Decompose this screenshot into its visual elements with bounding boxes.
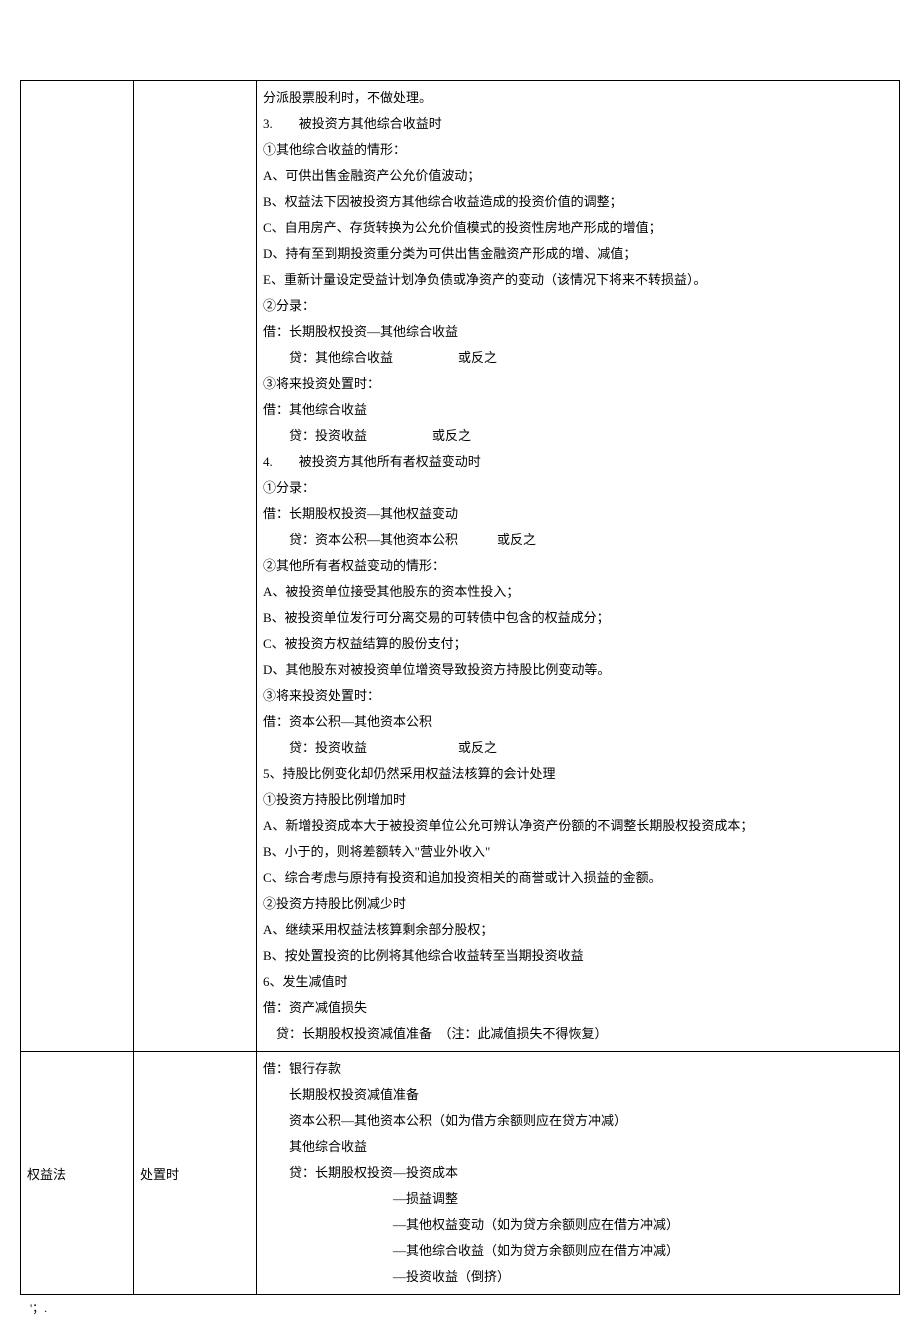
content-line: ①其他综合收益的情形： (263, 137, 893, 163)
content-line: 借：长期股权投资—其他权益变动 (263, 501, 893, 527)
accounting-table: 分派股票股利时，不做处理。3. 被投资方其他综合收益时①其他综合收益的情形：A、… (20, 80, 900, 1295)
content-line: D、持有至到期投资重分类为可供出售金融资产形成的增、减值； (263, 241, 893, 267)
content-cell: 借：银行存款 长期股权投资减值准备 资本公积—其他资本公积（如为借方余额则应在贷… (257, 1052, 900, 1295)
content-line: ③将来投资处置时： (263, 371, 893, 397)
content-line: B、小于的，则将差额转入"营业外收入" (263, 839, 893, 865)
content-line: 贷：长期股权投资减值准备 （注：此减值损失不得恢复） (263, 1021, 893, 1047)
content-line: 借：其他综合收益 (263, 397, 893, 423)
content-line: 贷：投资收益 或反之 (263, 423, 893, 449)
content-line: 贷：投资收益 或反之 (263, 735, 893, 761)
content-line: 借：银行存款 (263, 1056, 893, 1082)
content-line: E、重新计量设定受益计划净负债或净资产的变动（该情况下将来不转损益）。 (263, 267, 893, 293)
table-row: 分派股票股利时，不做处理。3. 被投资方其他综合收益时①其他综合收益的情形：A、… (21, 81, 900, 1052)
content-cell: 分派股票股利时，不做处理。3. 被投资方其他综合收益时①其他综合收益的情形：A、… (257, 81, 900, 1052)
content-line: —投资收益（倒挤） (263, 1264, 893, 1290)
content-line: —其他综合收益（如为贷方余额则应在借方冲减） (263, 1238, 893, 1264)
content-line: 借：长期股权投资—其他综合收益 (263, 319, 893, 345)
content-line: 6、发生减值时 (263, 969, 893, 995)
content-line: 借：资本公积—其他资本公积 (263, 709, 893, 735)
content-line: 资本公积—其他资本公积（如为借方余额则应在贷方冲减） (263, 1108, 893, 1134)
content-line: A、被投资单位接受其他股东的资本性投入； (263, 579, 893, 605)
footnote: '；. (20, 1295, 900, 1320)
content-line: ②投资方持股比例减少时 (263, 891, 893, 917)
content-line: 分派股票股利时，不做处理。 (263, 85, 893, 111)
content-line: ②其他所有者权益变动的情形： (263, 553, 893, 579)
content-line: ②分录： (263, 293, 893, 319)
method-label: 权益法 (27, 1167, 66, 1182)
content-line: 贷：其他综合收益 或反之 (263, 345, 893, 371)
content-line: 贷：资本公积—其他资本公积 或反之 (263, 527, 893, 553)
content-line: ①分录： (263, 475, 893, 501)
content-line: B、按处置投资的比例将其他综合收益转至当期投资收益 (263, 943, 893, 969)
content-line: C、自用房产、存货转换为公允价值模式的投资性房地产形成的增值； (263, 215, 893, 241)
content-line: 长期股权投资减值准备 (263, 1082, 893, 1108)
content-line: C、被投资方权益结算的股份支付； (263, 631, 893, 657)
content-line: 4. 被投资方其他所有者权益变动时 (263, 449, 893, 475)
content-line: 5、持股比例变化却仍然采用权益法核算的会计处理 (263, 761, 893, 787)
content-line: ③将来投资处置时： (263, 683, 893, 709)
content-line: B、权益法下因被投资方其他综合收益造成的投资价值的调整； (263, 189, 893, 215)
content-line: —损益调整 (263, 1186, 893, 1212)
timing-cell (134, 81, 257, 1052)
content-line: 借：资产减值损失 (263, 995, 893, 1021)
content-line: 贷：长期股权投资—投资成本 (263, 1160, 893, 1186)
timing-label: 处置时 (140, 1167, 179, 1182)
content-line: ①投资方持股比例增加时 (263, 787, 893, 813)
content-line: 其他综合收益 (263, 1134, 893, 1160)
content-line: A、新增投资成本大于被投资单位公允可辨认净资产份额的不调整长期股权投资成本； (263, 813, 893, 839)
table-row: 权益法 处置时 借：银行存款 长期股权投资减值准备 资本公积—其他资本公积（如为… (21, 1052, 900, 1295)
timing-cell: 处置时 (134, 1052, 257, 1295)
method-cell (21, 81, 134, 1052)
content-line: A、可供出售金融资产公允价值波动； (263, 163, 893, 189)
method-cell: 权益法 (21, 1052, 134, 1295)
content-line: D、其他股东对被投资单位增资导致投资方持股比例变动等。 (263, 657, 893, 683)
content-line: —其他权益变动（如为贷方余额则应在借方冲减） (263, 1212, 893, 1238)
content-line: A、继续采用权益法核算剩余部分股权； (263, 917, 893, 943)
content-line: B、被投资单位发行可分离交易的可转债中包含的权益成分； (263, 605, 893, 631)
content-line: C、综合考虑与原持有投资和追加投资相关的商誉或计入损益的金额。 (263, 865, 893, 891)
content-line: 3. 被投资方其他综合收益时 (263, 111, 893, 137)
